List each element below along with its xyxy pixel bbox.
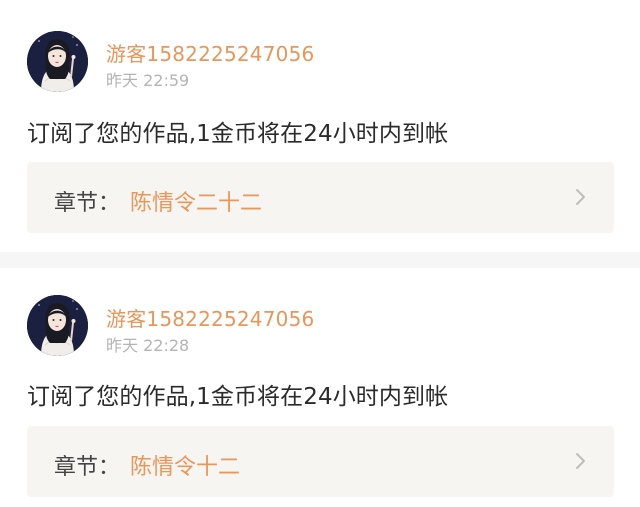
avatar-illustration: [27, 295, 88, 356]
chevron-right-icon: [576, 189, 585, 205]
chapter-label: 章节：: [54, 191, 121, 216]
notification-card: 游客1582225247056 昨天 22:28 订阅了您的作品,1金币将在24…: [0, 268, 640, 507]
timestamp: 昨天 22:59: [106, 71, 190, 90]
chapter-title: 陈情令二十二: [130, 191, 263, 216]
chapter-title: 陈情令十二: [130, 455, 241, 480]
timestamp: 昨天 22:28: [106, 336, 190, 355]
avatar[interactable]: [27, 31, 88, 92]
chapter-label: 章节：: [54, 455, 121, 480]
avatar-illustration: [27, 31, 88, 92]
chapter-link[interactable]: 章节： 陈情令二十二: [27, 162, 614, 233]
notification-card: 游客1582225247056 昨天 22:59 订阅了您的作品,1金币将在24…: [0, 0, 640, 252]
notification-message: 订阅了您的作品,1金币将在24小时内到帐: [27, 384, 449, 410]
avatar[interactable]: [27, 295, 88, 356]
username[interactable]: 游客1582225247056: [106, 38, 314, 67]
username[interactable]: 游客1582225247056: [106, 303, 314, 332]
section-divider: [0, 252, 640, 268]
notification-feed: 游客1582225247056 昨天 22:59 订阅了您的作品,1金币将在24…: [0, 0, 640, 507]
chapter-link[interactable]: 章节： 陈情令十二: [27, 426, 614, 497]
notification-message: 订阅了您的作品,1金币将在24小时内到帐: [27, 121, 449, 147]
chevron-right-icon: [576, 453, 585, 469]
